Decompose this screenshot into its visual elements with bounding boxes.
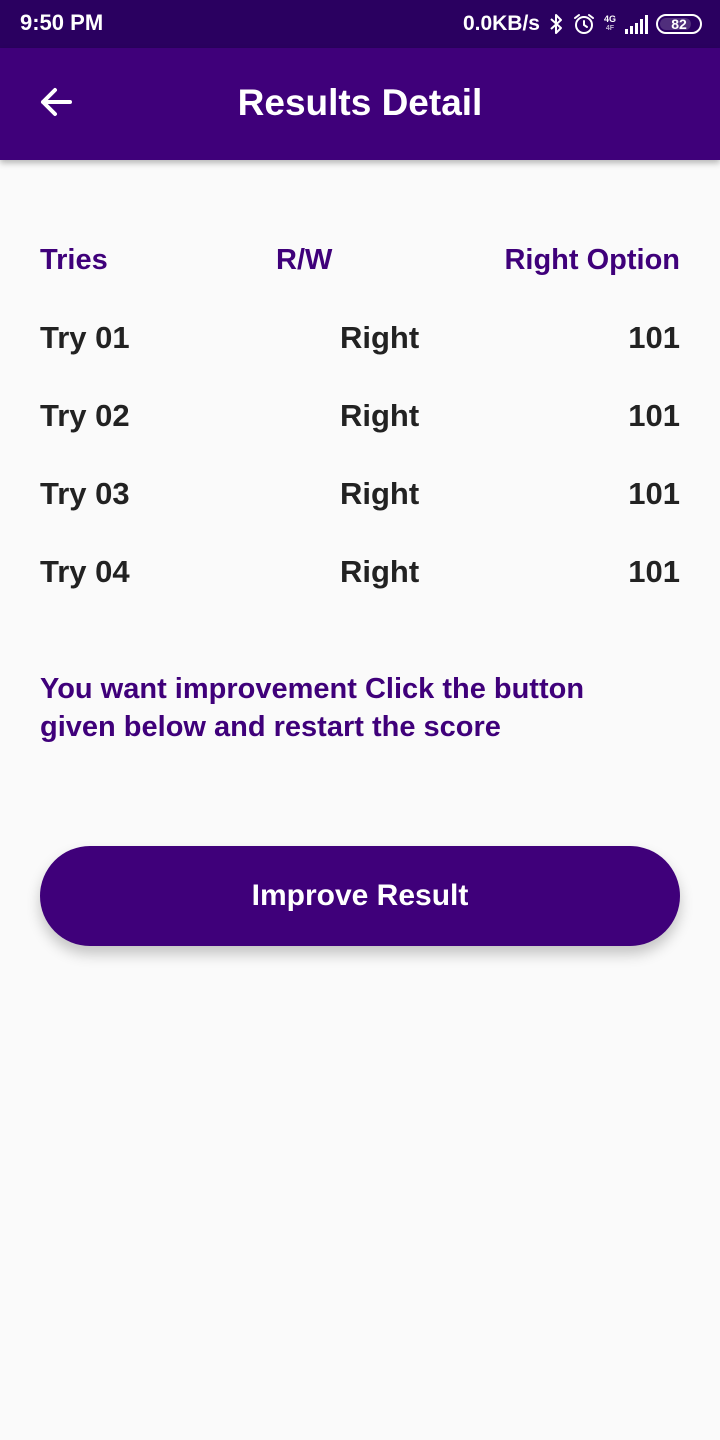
status-time: 9:50 PM <box>20 10 104 35</box>
row-rw: Right <box>340 320 420 355</box>
table-row: Try 03 Right 101 <box>40 472 680 550</box>
row-rw: Right <box>340 554 420 589</box>
row-rw: Right <box>340 398 420 433</box>
row-tries: Try 01 <box>40 320 130 355</box>
row-tries: Try 03 <box>40 476 130 511</box>
alarm-icon <box>572 12 596 36</box>
battery-level: 82 <box>671 16 687 32</box>
improvement-note: You want improvement Click the button gi… <box>40 673 585 743</box>
header-rw: R/W <box>276 244 333 276</box>
app-bar: Results Detail <box>0 48 720 160</box>
header-right-option: Right Option <box>504 244 680 276</box>
network-type: 4G 4F <box>604 15 616 33</box>
results-table: Tries R/W Right Option Try 01 Right 101 … <box>40 238 680 628</box>
table-header: Tries R/W Right Option <box>40 238 680 316</box>
row-rw: Right <box>340 476 420 511</box>
row-tries: Try 04 <box>40 554 130 589</box>
network-speed: 0.0KB/s <box>462 12 540 35</box>
signal-icon <box>624 14 648 34</box>
table-row: Try 02 Right 101 <box>40 394 680 472</box>
bluetooth-icon <box>548 12 564 36</box>
row-tries: Try 02 <box>40 398 130 433</box>
row-right-option: 101 <box>628 476 680 511</box>
row-right-option: 101 <box>628 398 680 433</box>
row-right-option: 101 <box>628 554 680 589</box>
battery-icon: 82 <box>656 14 702 34</box>
row-right-option: 101 <box>628 320 680 355</box>
table-row: Try 01 Right 101 <box>40 316 680 394</box>
network-type-label: 4G <box>603 14 616 24</box>
table-row: Try 04 Right 101 <box>40 550 680 628</box>
status-icons: 0.0KB/s 4G 4F 82 <box>463 8 702 40</box>
improve-result-button[interactable]: Improve Result <box>40 846 680 946</box>
page-title: Results Detail <box>237 82 483 123</box>
status-bar: 9:50 PM 0.0KB/s 4G 4F 82 <box>0 0 720 48</box>
header-tries: Tries <box>40 244 108 276</box>
network-sub-label: 4F <box>605 25 615 32</box>
